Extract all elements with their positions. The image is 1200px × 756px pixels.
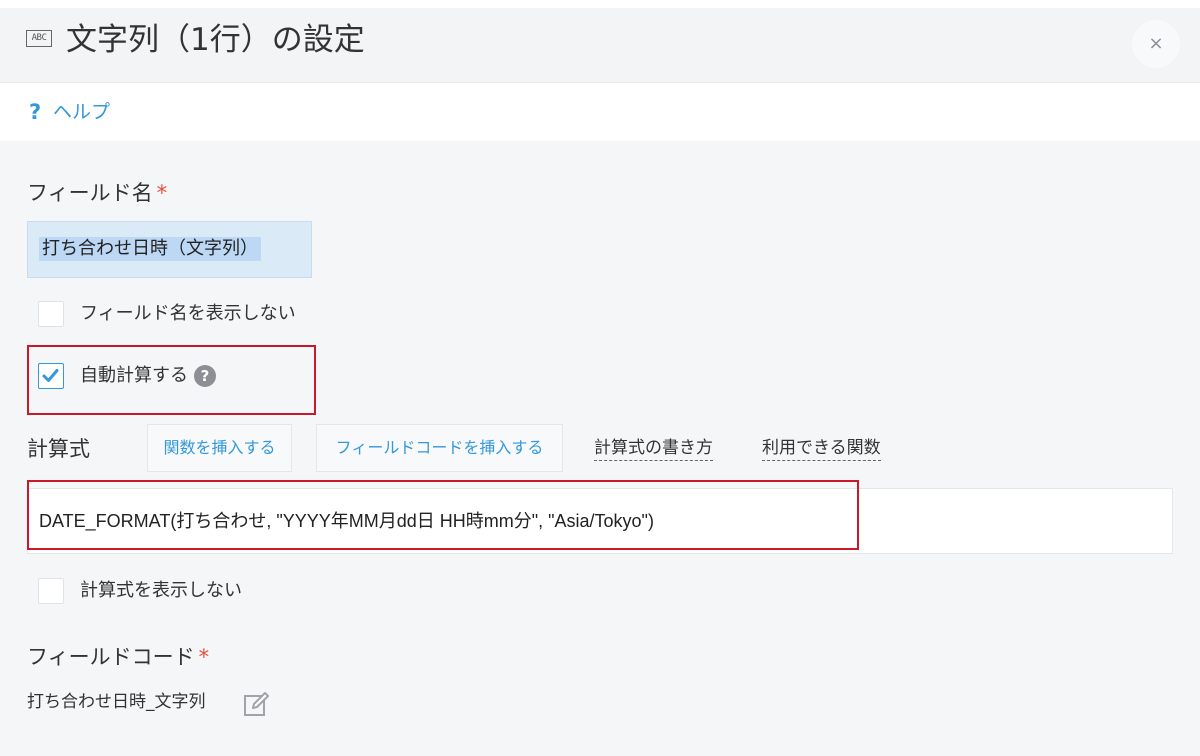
formula-label: 計算式 xyxy=(27,437,90,461)
field-code-label: フィールドコード * xyxy=(27,643,209,671)
text-field-type-icon: ABC xyxy=(26,30,52,47)
field-name-value: 打ち合わせ日時（文字列） xyxy=(39,237,261,261)
required-mark: * xyxy=(198,645,210,669)
auto-calc-label: 自動計算する? xyxy=(80,363,216,389)
field-name-label-text: フィールド名 xyxy=(27,181,153,205)
help-bar: ? ヘルプ xyxy=(0,83,1200,141)
edit-pencil-icon[interactable] xyxy=(243,690,273,718)
auto-calc-label-text: 自動計算する xyxy=(80,365,188,386)
dialog-header: ABC 文字列（1行）の設定 × xyxy=(0,8,1200,83)
available-functions-link[interactable]: 利用できる関数 xyxy=(762,436,881,461)
formula-highlight xyxy=(27,480,859,550)
insert-field-code-button[interactable]: フィールドコードを挿入する xyxy=(316,424,563,472)
field-name-label: フィールド名 * xyxy=(27,179,167,207)
field-code-value: 打ち合わせ日時_文字列 xyxy=(27,692,206,712)
settings-dialog: ABC 文字列（1行）の設定 × ? ヘルプ フィールド名 * 打ち合わせ日時（文… xyxy=(0,8,1200,756)
checkmark-icon xyxy=(42,369,59,382)
hide-formula-label: 計算式を表示しない xyxy=(80,580,242,601)
close-button[interactable]: × xyxy=(1132,20,1180,68)
help-icon[interactable]: ? xyxy=(29,99,41,125)
hide-formula-checkbox[interactable] xyxy=(38,578,64,604)
insert-function-button[interactable]: 関数を挿入する xyxy=(147,424,292,472)
formula-howto-link[interactable]: 計算式の書き方 xyxy=(594,436,713,461)
hide-field-name-label: フィールド名を表示しない xyxy=(80,303,296,324)
dialog-title: 文字列（1行）の設定 xyxy=(66,22,365,58)
question-circle-icon[interactable]: ? xyxy=(194,365,216,387)
help-link[interactable]: ヘルプ xyxy=(53,99,110,125)
field-name-input[interactable]: 打ち合わせ日時（文字列） xyxy=(27,221,312,278)
hide-field-name-checkbox[interactable] xyxy=(38,301,64,327)
required-mark: * xyxy=(156,181,168,205)
field-code-label-text: フィールドコード xyxy=(27,645,195,669)
auto-calc-checkbox[interactable] xyxy=(38,363,64,389)
